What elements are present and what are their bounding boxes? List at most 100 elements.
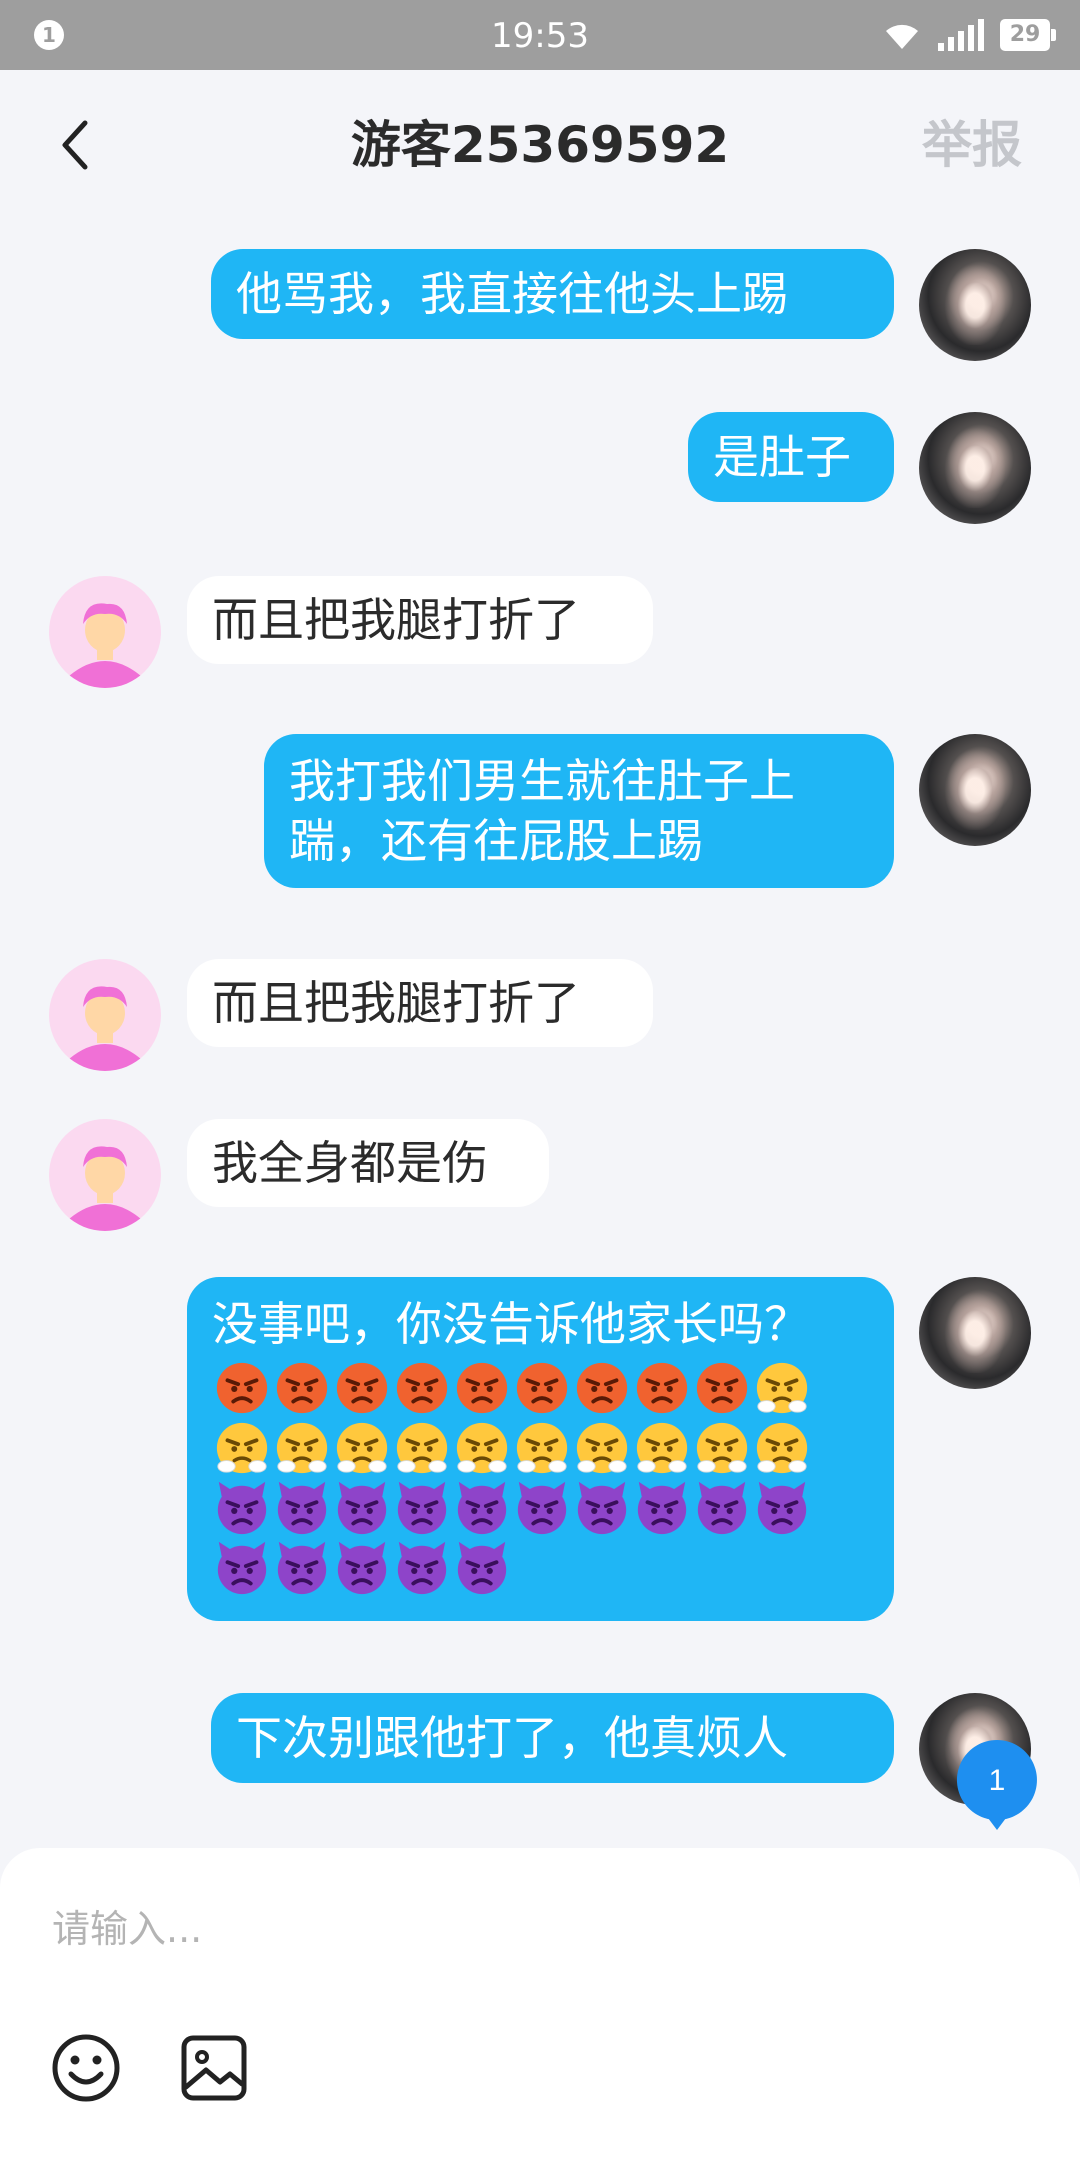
angry-face-with-horns-emoji (457, 1481, 507, 1534)
emoji (632, 1354, 692, 1414)
emoji (212, 1474, 272, 1534)
emoji (392, 1474, 452, 1534)
unread-badge[interactable]: 1 (955, 1738, 1039, 1832)
face-with-steam-from-nose-emoji (756, 1362, 808, 1413)
user-avatar-icon (69, 1146, 141, 1231)
emoji (332, 1474, 392, 1534)
report-button[interactable]: 举报 (922, 110, 1022, 180)
pouting-face-emoji (576, 1362, 628, 1413)
message-text: 没事吧，你没告诉他家长吗？ (212, 1297, 810, 1351)
emoji (272, 1414, 332, 1474)
status-icons: 29 (882, 18, 1056, 52)
image-icon (181, 2035, 247, 2101)
chat-header: 游客25369592 举报 (0, 70, 1080, 220)
signal-icon (938, 19, 984, 51)
message-self: 是肚子 (0, 412, 1080, 524)
angry-face-with-horns-emoji (397, 1481, 447, 1534)
message-self: 我打我们男生就往肚子上踹，还有往屁股上踢 (0, 734, 1080, 888)
avatar[interactable] (49, 1119, 161, 1231)
pouting-face-emoji (516, 1362, 568, 1413)
message-bubble[interactable]: 而且把我腿打折了 (187, 959, 653, 1047)
face-with-steam-from-nose-emoji (756, 1422, 808, 1473)
angry-face-with-horns-emoji (217, 1541, 267, 1594)
face-with-steam-from-nose-emoji (636, 1422, 688, 1473)
emoji (452, 1534, 512, 1594)
pouting-face-emoji (336, 1362, 388, 1413)
angry-face-with-horns-emoji (277, 1541, 327, 1594)
image-button[interactable] (178, 2032, 250, 2104)
emoji (692, 1474, 752, 1534)
emoji (332, 1534, 392, 1594)
emoji (272, 1534, 332, 1594)
angry-face-with-horns-emoji (577, 1481, 627, 1534)
emoji (752, 1474, 812, 1534)
emoji (272, 1354, 332, 1414)
avatar[interactable] (49, 576, 161, 688)
avatar[interactable] (919, 734, 1031, 846)
emoji (752, 1414, 812, 1474)
angry-face-with-horns-emoji (337, 1541, 387, 1594)
emoji-button[interactable] (50, 2032, 122, 2104)
message-other: 我全身都是伤 (0, 1119, 1080, 1231)
pouting-face-emoji (276, 1362, 328, 1413)
emoji (512, 1474, 572, 1534)
emoji (392, 1414, 452, 1474)
angry-face-with-horns-emoji (277, 1481, 327, 1534)
battery-icon: 29 (1000, 19, 1056, 51)
emoji (212, 1534, 272, 1594)
emoji (512, 1354, 572, 1414)
face-with-steam-from-nose-emoji (336, 1422, 388, 1473)
message-other: 而且把我腿打折了 (0, 959, 1080, 1071)
composer (0, 1848, 1080, 2160)
emoji-sequence (212, 1354, 812, 1594)
emoji (572, 1354, 632, 1414)
pouting-face-emoji (396, 1362, 448, 1413)
face-with-steam-from-nose-emoji (696, 1422, 748, 1473)
message-self: 他骂我，我直接往他头上踢 (0, 249, 1080, 361)
emoji (332, 1354, 392, 1414)
emoji (212, 1414, 272, 1474)
angry-face-with-horns-emoji (757, 1481, 807, 1534)
unread-count: 1 (989, 1764, 1006, 1797)
angry-face-with-horns-emoji (337, 1481, 387, 1534)
emoji (752, 1354, 812, 1414)
avatar[interactable] (919, 249, 1031, 361)
user-avatar-icon (69, 603, 141, 688)
message-bubble[interactable]: 我全身都是伤 (187, 1119, 549, 1207)
face-with-steam-from-nose-emoji (516, 1422, 568, 1473)
smiley-icon (52, 2034, 120, 2102)
message-bubble[interactable]: 而且把我腿打折了 (187, 576, 653, 664)
emoji (512, 1414, 572, 1474)
message-bubble[interactable]: 他骂我，我直接往他头上踢 (211, 249, 894, 339)
emoji (452, 1354, 512, 1414)
pouting-face-emoji (636, 1362, 688, 1413)
message-bubble[interactable]: 下次别跟他打了，他真烦人 (211, 1693, 894, 1783)
message-bubble[interactable]: 没事吧，你没告诉他家长吗？ (187, 1277, 894, 1621)
message-bubble[interactable]: 是肚子 (688, 412, 894, 502)
message-self: 下次别跟他打了，他真烦人 (0, 1693, 1080, 1805)
angry-face-with-horns-emoji (697, 1481, 747, 1534)
message-bubble[interactable]: 我打我们男生就往肚子上踹，还有往屁股上踢 (264, 734, 894, 888)
avatar[interactable] (919, 1277, 1031, 1389)
emoji (392, 1354, 452, 1414)
angry-face-with-horns-emoji (637, 1481, 687, 1534)
pouting-face-emoji (216, 1362, 268, 1413)
status-bar: 1 19:53 29 (0, 0, 1080, 70)
emoji (452, 1414, 512, 1474)
message-other: 而且把我腿打折了 (0, 576, 1080, 688)
avatar[interactable] (49, 959, 161, 1071)
pouting-face-emoji (456, 1362, 508, 1413)
face-with-steam-from-nose-emoji (276, 1422, 328, 1473)
emoji (572, 1414, 632, 1474)
face-with-steam-from-nose-emoji (456, 1422, 508, 1473)
chat-title: 游客25369592 (350, 116, 730, 174)
emoji (212, 1354, 272, 1414)
face-with-steam-from-nose-emoji (396, 1422, 448, 1473)
avatar[interactable] (919, 412, 1031, 524)
badge-bubble-icon: 1 (956, 1740, 1037, 1830)
emoji (332, 1414, 392, 1474)
user-avatar-icon (69, 986, 141, 1071)
message-input[interactable] (50, 1888, 1034, 1970)
message-self: 没事吧，你没告诉他家长吗？ (0, 1277, 1080, 1621)
wifi-icon (886, 24, 918, 49)
